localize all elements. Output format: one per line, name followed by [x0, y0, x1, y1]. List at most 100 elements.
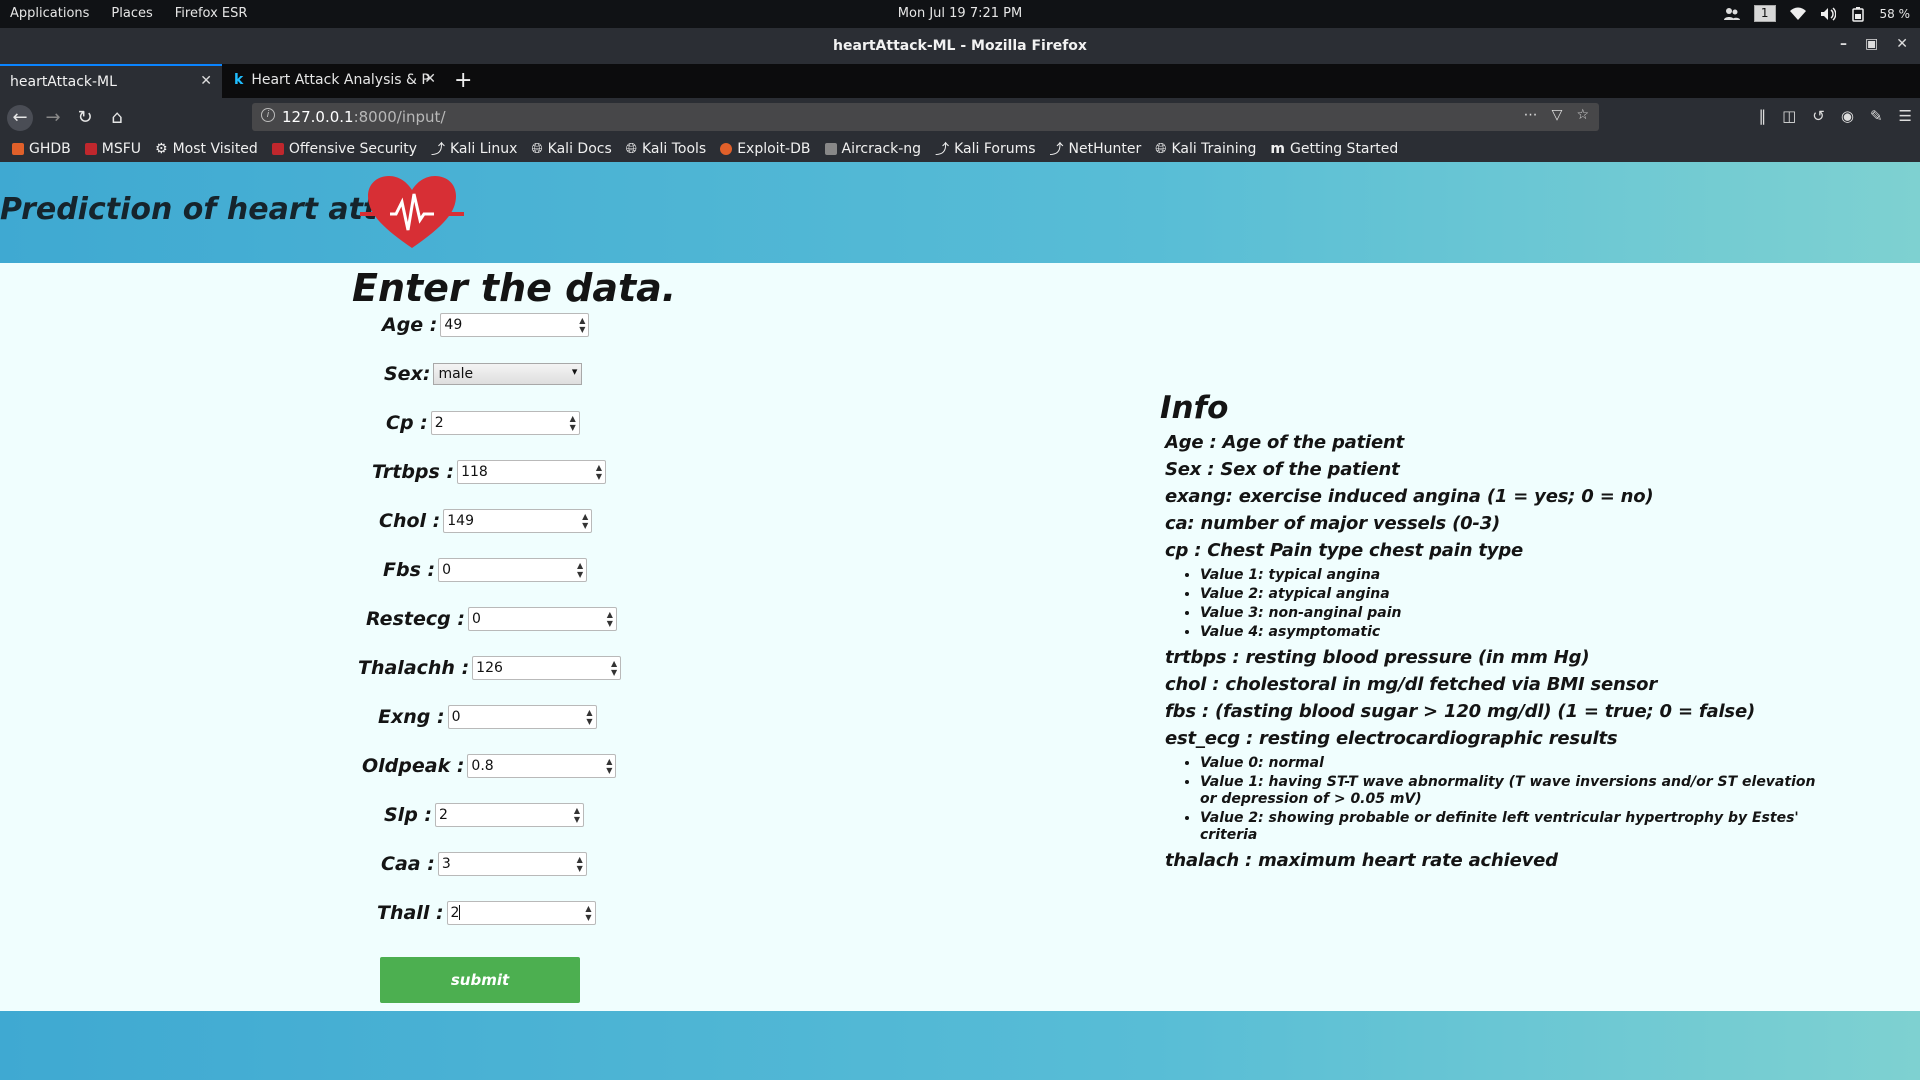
site-info-icon[interactable]: i	[261, 108, 275, 122]
spinner-icon[interactable]: ▲ ▼	[585, 904, 591, 922]
kali-dragon-icon: ⤴	[1049, 142, 1064, 158]
oldpeak-input[interactable]: 0.8 ▲ ▼	[467, 754, 617, 778]
bookmark-msfu[interactable]: MSFU	[84, 141, 142, 157]
bookmark-kali-training[interactable]: 🌐︎ Kali Training	[1155, 141, 1256, 157]
getting-started-icon: m	[1270, 141, 1286, 157]
back-icon[interactable]: ←	[7, 105, 33, 131]
spinner-icon[interactable]: ▲ ▼	[582, 512, 588, 530]
trtbps-input[interactable]: 118 ▲ ▼	[457, 460, 607, 484]
close-window-icon[interactable]: ✕	[1896, 36, 1908, 52]
bookmark-aircrack-ng[interactable]: Aircrack-ng	[824, 141, 921, 157]
caa-label: Caa :	[381, 853, 435, 875]
sidebar-icon[interactable]: ◫	[1782, 107, 1796, 125]
tab-heart-attack-analysis[interactable]: k Heart Attack Analysis & P ✕	[224, 64, 446, 98]
slp-input[interactable]: 2 ▲ ▼	[435, 803, 585, 827]
msfu-icon	[84, 143, 97, 155]
chol-field-row: Chol : 149 ▲ ▼	[379, 509, 593, 533]
bookmark-kali-docs[interactable]: 🌐︎ Kali Docs	[531, 141, 611, 157]
bookmark-ghdb[interactable]: GHDB	[12, 141, 71, 157]
spinner-icon[interactable]: ▲ ▼	[596, 463, 602, 481]
spinner-icon[interactable]: ▲ ▼	[577, 855, 583, 873]
caa-value: 3	[441, 856, 451, 872]
places-menu[interactable]: Places	[111, 6, 152, 21]
people-icon[interactable]	[1723, 6, 1740, 22]
caa-input[interactable]: 3 ▲ ▼	[437, 852, 587, 876]
battery-icon[interactable]	[1850, 6, 1866, 22]
bookmark-kali-linux[interactable]: ⤴ Kali Linux	[431, 139, 517, 159]
close-tab-icon[interactable]: ✕	[200, 73, 212, 89]
bookmark-exploit-db[interactable]: Exploit-DB	[720, 141, 811, 157]
chol-value: 149	[447, 513, 474, 529]
restecg-input[interactable]: 0 ▲ ▼	[467, 607, 617, 631]
thalachh-field-row: Thalachh : 126 ▲ ▼	[358, 656, 622, 680]
globe-icon: 🌐︎	[625, 141, 637, 157]
url-bar[interactable]: i 127.0.0.1:8000/input/ ⋯ ▽ ☆	[252, 103, 1599, 131]
spinner-icon[interactable]: ▲ ▼	[579, 316, 585, 334]
close-tab-icon[interactable]: ✕	[424, 71, 436, 87]
submit-button[interactable]: submit	[380, 957, 580, 1003]
extension-icon[interactable]: ◉	[1841, 107, 1854, 125]
bookmark-label: Kali Tools	[641, 141, 707, 157]
oldpeak-field-row: Oldpeak : 0.8 ▲ ▼	[362, 754, 617, 778]
spinner-icon[interactable]: ▲ ▼	[577, 561, 583, 579]
info-thalach: thalach : maximum heart rate achieved	[1165, 850, 1558, 871]
applications-menu[interactable]: Applications	[10, 6, 89, 21]
info-cp: cp : Chest Pain type chest pain type	[1165, 540, 1524, 561]
exng-input[interactable]: 0 ▲ ▼	[447, 705, 597, 729]
list-item: Value 0: normal	[1200, 755, 1820, 772]
restecg-value: 0	[471, 611, 481, 627]
menu-icon[interactable]: ☰	[1899, 107, 1912, 125]
sex-value: male	[438, 366, 474, 382]
library-icon[interactable]: ‖	[1759, 107, 1767, 125]
home-icon[interactable]: ⌂	[104, 105, 130, 131]
bookmark-nethunter[interactable]: ⤴ NetHunter	[1050, 139, 1142, 159]
bookmark-getting-started[interactable]: m Getting Started	[1270, 141, 1398, 157]
forward-icon[interactable]: →	[40, 105, 66, 131]
list-item: Value 1: having ST-T wave abnormality (T…	[1200, 774, 1820, 808]
chol-input[interactable]: 149 ▲ ▼	[443, 509, 593, 533]
minimize-icon[interactable]: –	[1840, 36, 1847, 52]
spinner-icon[interactable]: ▲ ▼	[607, 610, 613, 628]
battery-percent: 58 %	[1879, 6, 1911, 21]
wifi-icon[interactable]	[1789, 6, 1806, 22]
thalachh-input[interactable]: 126 ▲ ▼	[472, 656, 622, 680]
bookmark-star-icon[interactable]: ☆	[1576, 107, 1589, 123]
reload-icon[interactable]: ↻	[72, 105, 98, 131]
spinner-icon[interactable]: ▲ ▼	[586, 708, 592, 726]
volume-icon[interactable]	[1820, 6, 1836, 22]
bookmark-kali-tools[interactable]: 🌐︎ Kali Tools	[626, 141, 706, 157]
page-footer	[0, 1011, 1920, 1080]
info-exang: exang: exercise induced angina (1 = yes;…	[1165, 486, 1654, 507]
bookmark-label: Offensive Security	[288, 141, 417, 157]
pocket-icon[interactable]: ▽	[1552, 107, 1563, 123]
new-tab-icon[interactable]: +	[454, 68, 472, 93]
workspace-indicator[interactable]: 1	[1753, 5, 1776, 22]
thall-input[interactable]: 2 ▲ ▼	[446, 901, 596, 925]
cp-label: Cp :	[386, 412, 428, 434]
bookmark-label: MSFU	[101, 141, 142, 157]
fbs-input[interactable]: 0 ▲ ▼	[438, 558, 588, 582]
spinner-icon[interactable]: ▲ ▼	[611, 659, 617, 677]
spinner-icon[interactable]: ▲ ▼	[606, 757, 612, 775]
bookmark-offensive-security[interactable]: Offensive Security	[271, 141, 417, 157]
tab-heartattack-ml[interactable]: heartAttack-ML ✕	[0, 64, 222, 98]
spinner-icon[interactable]: ▲ ▼	[570, 414, 576, 432]
pen-icon[interactable]: ✎	[1870, 107, 1883, 125]
info-fbs: fbs : (fasting blood sugar > 120 mg/dl) …	[1165, 701, 1755, 722]
clock[interactable]: Mon Jul 19 7:21 PM	[898, 6, 1022, 21]
list-item: Value 1: typical angina	[1200, 567, 1820, 584]
page-actions-icon[interactable]: ⋯	[1524, 107, 1538, 123]
maximize-icon[interactable]: ▣	[1865, 36, 1878, 52]
fbs-value: 0	[442, 562, 452, 578]
bookmark-most-visited[interactable]: ⚙ Most Visited	[155, 141, 258, 157]
cp-input[interactable]: 2 ▲ ▼	[430, 411, 580, 435]
thall-field-row: Thall : 2 ▲ ▼	[377, 901, 596, 925]
url-host: 127.0.0.1	[282, 108, 354, 126]
spinner-icon[interactable]: ▲ ▼	[574, 806, 580, 824]
sex-select[interactable]: male ▾	[433, 363, 583, 385]
age-input[interactable]: 49 ▲ ▼	[440, 313, 590, 337]
exploit-db-icon	[720, 143, 733, 155]
firefox-esr-menu[interactable]: Firefox ESR	[175, 6, 248, 21]
bookmark-kali-forums[interactable]: ⤴ Kali Forums	[935, 139, 1035, 159]
sync-icon[interactable]: ↺	[1812, 107, 1825, 125]
